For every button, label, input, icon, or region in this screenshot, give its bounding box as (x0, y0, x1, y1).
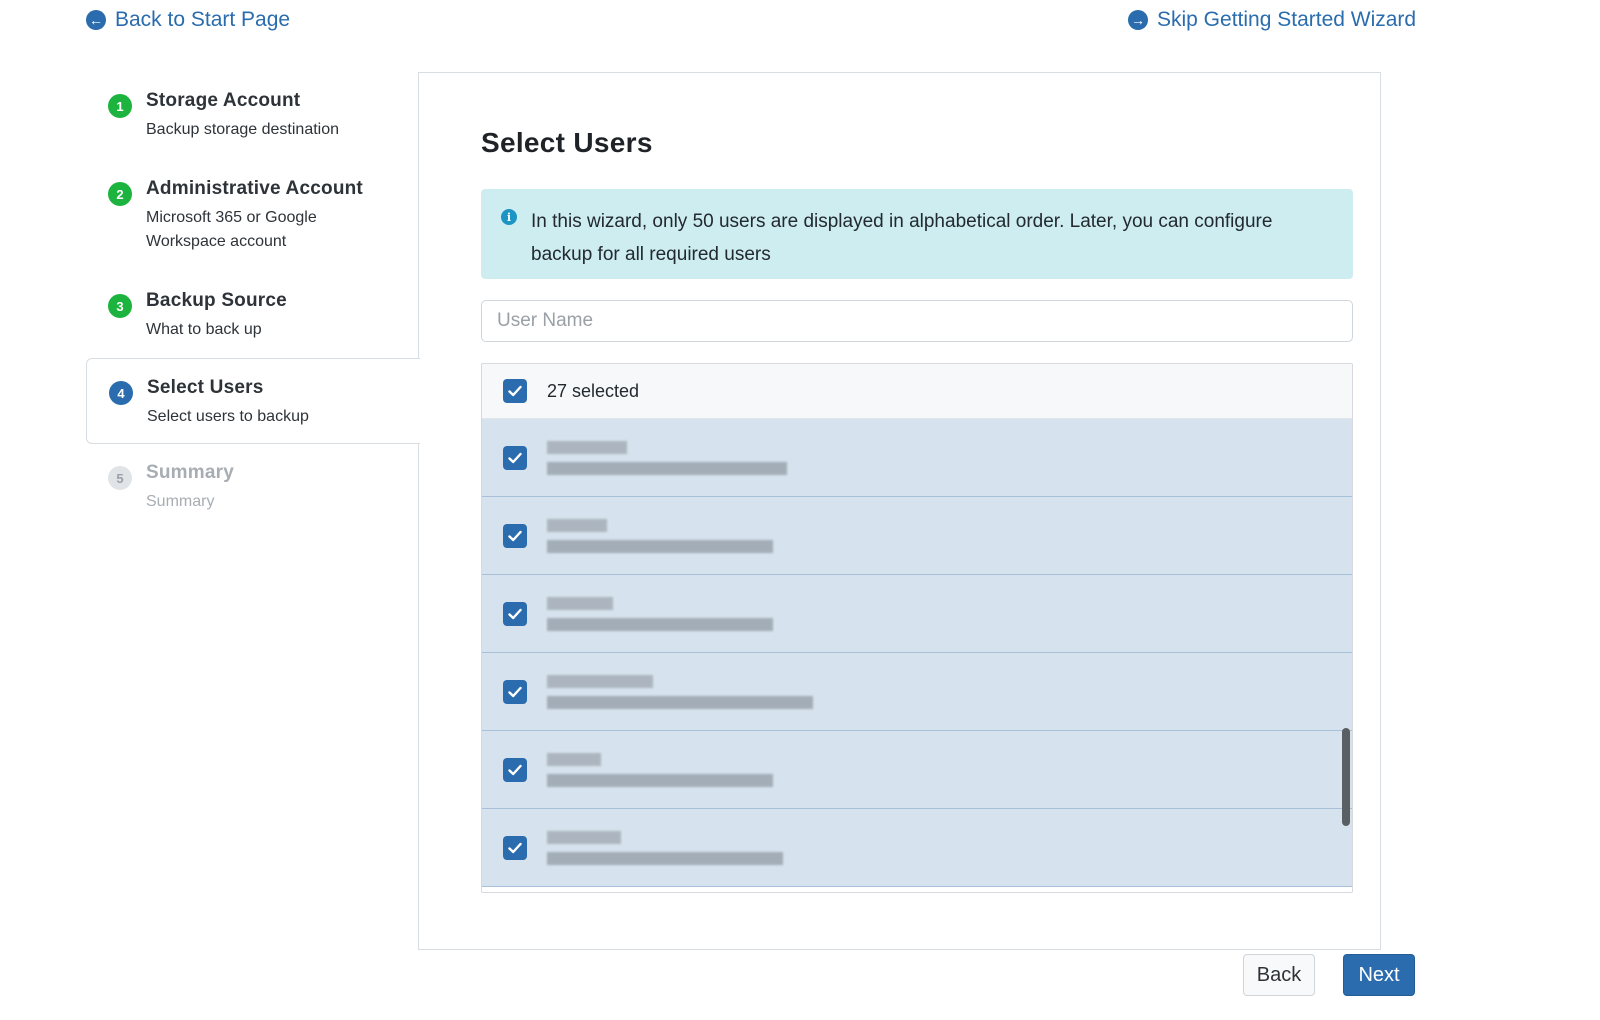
user-checkbox[interactable] (503, 601, 527, 626)
user-row[interactable] (482, 653, 1352, 731)
page-title: Select Users (481, 127, 653, 158)
arrow-right-circle-icon: → (1128, 10, 1148, 30)
step-summary: 5 Summary Summary (86, 444, 419, 528)
main-panel: Select Users i In this wizard, only 50 u… (418, 72, 1381, 950)
check-icon (508, 842, 522, 853)
step-subtitle: What to back up (146, 321, 262, 338)
user-checkbox[interactable] (503, 523, 527, 548)
redacted-user-info (547, 752, 773, 787)
step-subtitle: Summary (146, 493, 215, 510)
step-select-users[interactable]: 4 Select Users Select users to backup (86, 358, 420, 444)
info-text: In this wizard, only 50 users are displa… (531, 211, 1273, 265)
arrow-left-circle-icon: ← (86, 10, 106, 30)
step-subtitle: Microsoft 365 or Google Workspace accoun… (146, 209, 317, 250)
step-title: Select Users (147, 377, 264, 398)
skip-wizard-label: Skip Getting Started Wizard (1157, 8, 1417, 31)
step-title: Administrative Account (146, 178, 363, 199)
next-button[interactable]: Next (1343, 954, 1415, 996)
check-icon (508, 452, 522, 463)
step-number-badge: 1 (108, 94, 132, 118)
skip-wizard-link[interactable]: → Skip Getting Started Wizard (1128, 8, 1416, 32)
check-icon (508, 385, 522, 397)
user-row[interactable] (482, 575, 1352, 653)
step-subtitle: Select users to backup (147, 408, 309, 425)
user-checkbox[interactable] (503, 445, 527, 470)
select-all-checkbox[interactable] (503, 379, 527, 403)
step-backup-source[interactable]: 3 Backup Source What to back up (86, 272, 419, 358)
step-subtitle: Backup storage destination (146, 121, 340, 138)
step-number-badge: 2 (108, 182, 132, 206)
user-checkbox[interactable] (503, 757, 527, 782)
back-to-start-link[interactable]: ← Back to Start Page (86, 8, 290, 32)
redacted-user-info (547, 440, 787, 475)
step-title: Summary (146, 462, 234, 483)
user-row[interactable] (482, 419, 1352, 497)
check-icon (508, 530, 522, 541)
check-icon (508, 608, 522, 619)
user-row[interactable] (482, 809, 1352, 887)
step-title: Storage Account (146, 90, 301, 111)
info-banner: i In this wizard, only 50 users are disp… (481, 189, 1353, 279)
step-number-badge: 3 (108, 294, 132, 318)
step-storage-account[interactable]: 1 Storage Account Backup storage destina… (86, 72, 419, 160)
user-list: 27 selected (481, 363, 1353, 893)
redacted-user-info (547, 518, 773, 553)
user-name-search-input[interactable] (481, 300, 1353, 342)
redacted-user-info (547, 674, 813, 709)
user-row[interactable] (482, 731, 1352, 809)
back-button[interactable]: Back (1243, 954, 1315, 996)
redacted-user-info (547, 830, 783, 865)
back-to-start-label: Back to Start Page (115, 8, 291, 31)
step-title: Backup Source (146, 290, 287, 311)
user-checkbox[interactable] (503, 679, 527, 704)
step-number-badge: 4 (109, 381, 133, 405)
step-number-badge: 5 (108, 466, 132, 490)
select-all-row[interactable]: 27 selected (482, 364, 1352, 419)
step-administrative-account[interactable]: 2 Administrative Account Microsoft 365 o… (86, 160, 419, 272)
wizard-stepper: 1 Storage Account Backup storage destina… (86, 72, 420, 528)
selected-count: 27 selected (547, 380, 640, 401)
check-icon (508, 686, 522, 697)
user-row[interactable] (482, 497, 1352, 575)
check-icon (508, 764, 522, 775)
list-scrollbar-thumb[interactable] (1342, 728, 1350, 826)
user-checkbox[interactable] (503, 835, 527, 860)
info-icon: i (501, 209, 517, 225)
redacted-user-info (547, 596, 773, 631)
